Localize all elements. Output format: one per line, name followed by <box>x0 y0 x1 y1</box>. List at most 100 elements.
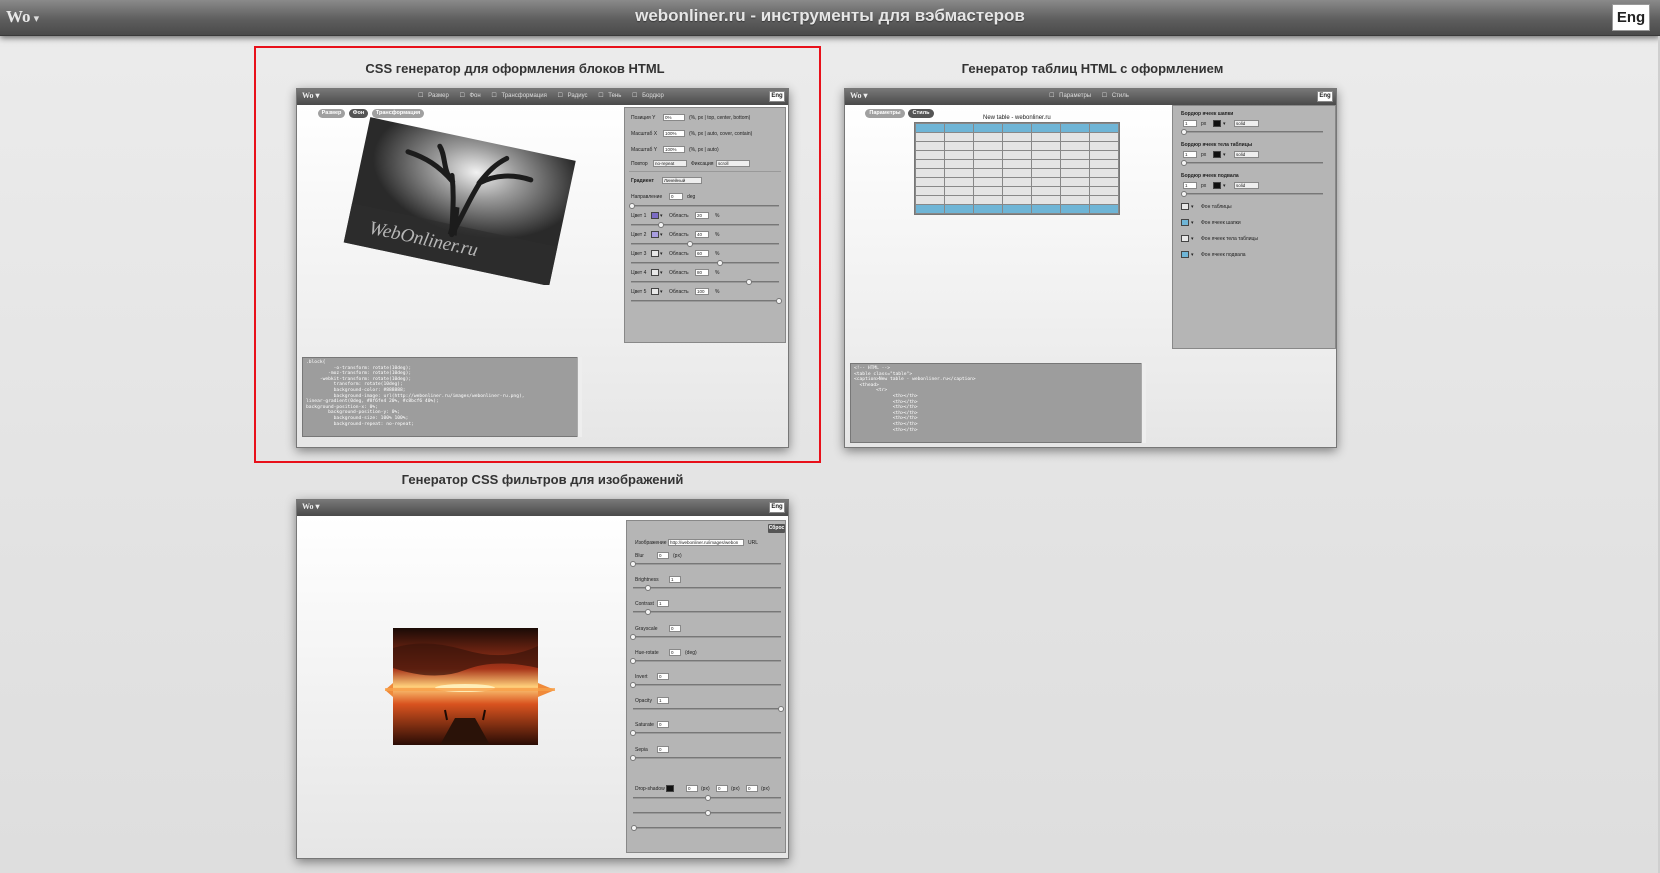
table-cell <box>916 133 944 141</box>
filter-slider <box>630 754 781 761</box>
table-cell <box>1003 178 1031 186</box>
table-cell <box>916 196 944 204</box>
table-cell <box>974 160 1002 168</box>
border-color-swatch <box>1213 120 1221 127</box>
card-title-filter-generator[interactable]: Генератор CSS фильтров для изображений <box>270 472 815 487</box>
table-cell <box>1090 124 1118 132</box>
table-cell <box>1032 178 1060 186</box>
filter-slider <box>630 730 781 737</box>
mini-body: Сброс Изображение http://webonliner.ru/i… <box>297 516 788 858</box>
reset-button: Сброс <box>768 524 785 533</box>
card-title-table-generator[interactable]: Генератор таблиц HTML с оформлением <box>830 61 1355 76</box>
image-unit: URL <box>748 540 759 546</box>
field-label: Масштаб Y <box>631 147 658 153</box>
drop-shadow-input: 0 <box>686 785 698 792</box>
mini-settings-panel: Бордюр ячеек шапки 1 px ▾ solid Бордюр я… <box>1172 105 1336 349</box>
color-label: Цвет 4 <box>631 270 647 276</box>
card-preview-filter-generator[interactable]: Wo ▾ Eng Сброс Изображение http://webonl… <box>296 499 789 859</box>
color-area-slider <box>631 260 779 266</box>
color-label: Цвет 5 <box>631 289 647 295</box>
color-swatch <box>651 212 659 219</box>
table-cell <box>974 151 1002 159</box>
table-cell <box>1061 133 1089 141</box>
table-cell <box>1032 169 1060 177</box>
table-cell <box>1090 169 1118 177</box>
bg-option-label: Фон ячеек подвала <box>1201 252 1246 258</box>
direction-unit: deg <box>687 194 696 200</box>
mini-lang: Eng <box>769 91 785 102</box>
chevron-down-icon: ▾ <box>660 213 663 219</box>
chevron-down-icon: ▾ <box>660 270 663 276</box>
drop-shadow-unit: (px) <box>731 786 740 792</box>
border-width-input: 1 <box>1183 120 1197 127</box>
table-cell <box>916 151 944 159</box>
mini-body: Параметры Стиль New table - webonliner.r… <box>845 105 1336 447</box>
area-unit: % <box>715 213 720 219</box>
table-cell <box>945 160 973 168</box>
color-area-slider <box>631 298 782 304</box>
table-cell <box>945 187 973 195</box>
card-preview-table-generator[interactable]: Wo ▾ ☐ Параметры ☐ Стиль Eng Параметры С… <box>844 88 1337 448</box>
language-button[interactable]: Eng <box>1612 4 1650 31</box>
border-label: Бордюр ячеек подвала <box>1181 173 1239 179</box>
table-cell <box>1032 124 1060 132</box>
drop-shadow-slider <box>633 810 781 816</box>
chevron-down-icon: ▾ <box>1191 236 1194 242</box>
table-cell <box>1090 187 1118 195</box>
mini-nav-item: ☐ Радиус <box>557 93 588 99</box>
filter-input: 0 <box>657 673 669 680</box>
mini-nav-item: ☐ Стиль <box>1101 93 1129 99</box>
border-unit: px <box>1201 183 1207 189</box>
table-cell <box>1032 160 1060 168</box>
color-swatch <box>651 250 659 257</box>
table-cell <box>974 133 1002 141</box>
table-cell <box>916 142 944 150</box>
drop-shadow-input: 0 <box>716 785 728 792</box>
table-cell <box>974 178 1002 186</box>
slider-knob <box>630 682 636 688</box>
filter-slider <box>630 657 781 664</box>
field-hint: (%, px | auto) <box>689 147 719 153</box>
table-cell <box>1003 151 1031 159</box>
color-area-slider <box>631 279 779 285</box>
table-cell <box>1032 151 1060 159</box>
table-cell <box>1090 196 1118 204</box>
filter-input: 1 <box>657 697 669 705</box>
mini-nav-item: ☐ Бордюр <box>632 93 664 99</box>
image-label: Изображение <box>635 540 667 546</box>
repeat-select: no-repeat <box>653 160 687 167</box>
table-cell <box>916 178 944 186</box>
slider-knob <box>644 609 651 616</box>
filter-slider <box>633 609 781 616</box>
table-cell <box>974 196 1002 204</box>
table-cell <box>1090 142 1118 150</box>
bg-color-swatch <box>1181 235 1189 242</box>
border-style-select: solid <box>1234 182 1259 189</box>
color-swatch <box>651 288 659 295</box>
filter-input: 0 <box>669 624 681 632</box>
drop-shadow-slider <box>631 825 781 831</box>
tree-image-preview: WebOnliner.ru <box>343 117 576 285</box>
table-cell <box>916 187 944 195</box>
drop-shadow-unit: (px) <box>761 786 770 792</box>
color-swatch <box>651 231 659 238</box>
bg-option-label: Фон ячеек тела таблицы <box>1201 236 1258 242</box>
filter-label: Saturate <box>635 722 654 729</box>
card-preview-css-generator[interactable]: Wo ▾ ☐ Размер ☐ Фон ☐ Трансформация ☐ Ра… <box>296 88 789 448</box>
table-cell <box>1032 142 1060 150</box>
table-cell <box>1061 151 1089 159</box>
area-input: 100 <box>695 288 709 295</box>
area-unit: % <box>715 232 720 238</box>
chevron-down-icon: ▾ <box>1191 252 1194 258</box>
table-cell <box>1061 160 1089 168</box>
chevron-down-icon: ▾ <box>660 251 663 257</box>
chevron-down-icon: ▾ <box>1223 183 1226 189</box>
color-label: Цвет 1 <box>631 213 647 219</box>
table-cell <box>1061 196 1089 204</box>
repeat-label: Повтор <box>631 161 648 167</box>
area-label: Область <box>669 270 689 276</box>
mini-settings-panel: Позиция Y 0% (%, px | top, center, botto… <box>624 107 786 343</box>
area-unit: % <box>715 270 720 276</box>
table-cell <box>916 160 944 168</box>
chevron-down-icon: ▾ <box>660 232 663 238</box>
